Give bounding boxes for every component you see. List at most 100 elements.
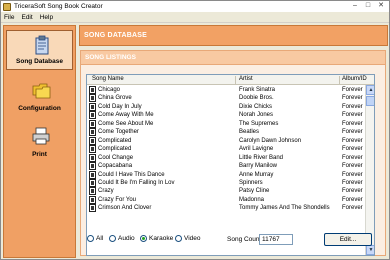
album-cell: Forever Hi [342,112,364,119]
app-window: TriceraSoft Song Book Creator – □ ✕ File… [0,0,390,260]
song-name-cell: Come Away With Me [98,112,154,119]
song-name-cell: China Grove [98,95,132,102]
song-name-cell: Crazy For You [98,196,137,203]
close-button[interactable]: ✕ [375,2,387,11]
app-icon [3,2,11,11]
artist-cell: The Supremes [239,120,279,127]
karaoke-file-icon [89,94,96,103]
column-album-id[interactable]: Album/ID [342,76,367,82]
artist-cell: Avril Lavigne [239,146,274,153]
song-name-cell: Complicated [98,137,132,144]
filter-label: Audio [118,235,135,242]
folders-icon [32,83,51,99]
karaoke-file-icon [89,204,96,213]
artist-cell: Carolyn Dawn Johnson [239,137,302,144]
title-bar[interactable]: TriceraSoft Song Book Creator – □ ✕ [1,1,389,12]
column-artist[interactable]: Artist [239,76,253,82]
table-row[interactable]: Could It Be I'm Falling In Lov Spinners Fo… [87,178,374,187]
album-cell: Forever Hi [342,87,364,93]
minimize-button[interactable]: – [349,2,361,11]
filter-video[interactable]: Video [175,235,201,242]
list-header: Song Name Artist Album/ID [87,75,374,85]
table-row[interactable]: Crazy For You Madonna Forever Hi [87,195,374,204]
menu-edit[interactable]: Edit [21,14,32,21]
maximize-button[interactable]: □ [362,2,374,11]
radio-selected-icon [140,235,147,242]
album-cell: Forever Hi [342,95,364,102]
artist-cell: Doobie Bros. [239,95,274,102]
table-row[interactable]: Crazy Patsy Cline Forever Hi [87,187,374,196]
artist-cell: Norah Jones [239,112,274,119]
scroll-up-icon[interactable]: ▲ [366,85,374,95]
table-row[interactable]: Could I Have This Dance Anne Murray Foreve… [87,170,374,179]
filter-all[interactable]: All [87,235,103,242]
artist-cell: Dixie Chicks [239,103,273,110]
artist-cell: Anne Murray [239,171,274,178]
album-cell: Forever Hi [342,163,364,170]
filter-karaoke[interactable]: Karaoke [140,235,173,242]
karaoke-file-icon [89,187,96,196]
table-row[interactable]: Complicated Carolyn Dawn Johnson Forever H… [87,136,374,145]
filter-label: Video [184,235,201,242]
song-name-cell: Copacabana [98,163,133,170]
song-name-cell: Chicago [98,87,121,93]
sidebar-item-label: Configuration [18,105,61,112]
song-name-cell: Crazy [98,188,114,195]
sidebar-item-song-database[interactable]: Song Database [6,30,73,70]
album-cell: Forever Hi [342,120,364,127]
sidebar-item-label: Print [32,151,47,158]
scroll-thumb[interactable] [366,96,374,106]
album-cell: Forever Hi [342,188,364,195]
table-row[interactable]: Crimson And Clover Tommy James And The Sh… [87,204,374,213]
song-count-field: 11767 [259,234,293,245]
clipboard-icon [35,35,49,55]
song-name-cell: Could I Have This Dance [98,171,165,178]
artist-cell: Tommy James And The Shondells [239,205,330,212]
artist-cell: Patsy Cline [239,188,270,195]
table-row[interactable]: Copacabana Barry Manilow Forever Hi [87,162,374,171]
artist-cell: Spinners [239,179,263,186]
table-row[interactable]: Cold Day In July Dixie Chicks Forever Hi [87,102,374,111]
table-row[interactable]: Come Away With Me Norah Jones Forever Hi [87,111,374,120]
karaoke-file-icon [89,136,96,145]
section-title: SONG DATABASE [84,32,148,39]
song-name-cell: Crimson And Clover [98,205,152,212]
sidebar-item-label: Song Database [16,58,63,65]
filter-audio[interactable]: Audio [109,235,135,242]
bottom-bar: All Audio Karaoke Video Song Count: 1176… [79,233,388,247]
album-cell: Forever Hi [342,205,364,212]
column-song-name[interactable]: Song Name [92,76,124,82]
karaoke-file-icon [89,128,96,137]
karaoke-file-icon [89,145,96,154]
song-name-cell: Could It Be I'm Falling In Lov [98,179,175,186]
table-row[interactable]: China Grove Doobie Bros. Forever Hi [87,94,374,103]
panel-title: SONG LISTINGS [85,54,136,61]
karaoke-file-icon [89,111,96,120]
song-list[interactable]: Song Name Artist Album/ID Chicago Frank S… [86,74,375,256]
table-row[interactable]: Come See About Me The Supremes Forever Hi [87,119,374,128]
radio-icon [109,235,116,242]
table-row[interactable]: Complicated Avril Lavigne Forever Hi [87,145,374,154]
table-row[interactable]: Cool Change Little River Band Forever Hi [87,153,374,162]
edit-button[interactable]: Edit... [324,233,372,246]
karaoke-file-icon [89,153,96,162]
menu-help[interactable]: Help [40,14,53,21]
album-cell: Forever Hi [342,137,364,144]
sidebar-item-configuration[interactable]: Configuration [6,76,73,116]
artist-cell: Frank Sinatra [239,87,276,93]
karaoke-file-icon [89,86,96,94]
vertical-scrollbar[interactable]: ▲ ▼ [365,85,374,255]
sidebar-item-print[interactable]: Print [6,122,73,162]
table-row[interactable]: Come Together Beatles Forever Hi [87,128,374,137]
printer-icon [32,127,50,145]
menu-file[interactable]: File [4,14,14,21]
table-row[interactable]: Chicago Frank Sinatra Forever Hi [87,86,374,94]
panel-header: SONG LISTINGS [81,51,385,65]
song-name-cell: Come Together [98,129,139,136]
song-name-cell: Cool Change [98,154,134,161]
song-name-cell: Come See About Me [98,120,154,127]
song-name-cell: Complicated [98,146,132,153]
filter-label: Karaoke [149,235,174,242]
section-header: SONG DATABASE [79,25,388,46]
karaoke-file-icon [89,102,96,111]
